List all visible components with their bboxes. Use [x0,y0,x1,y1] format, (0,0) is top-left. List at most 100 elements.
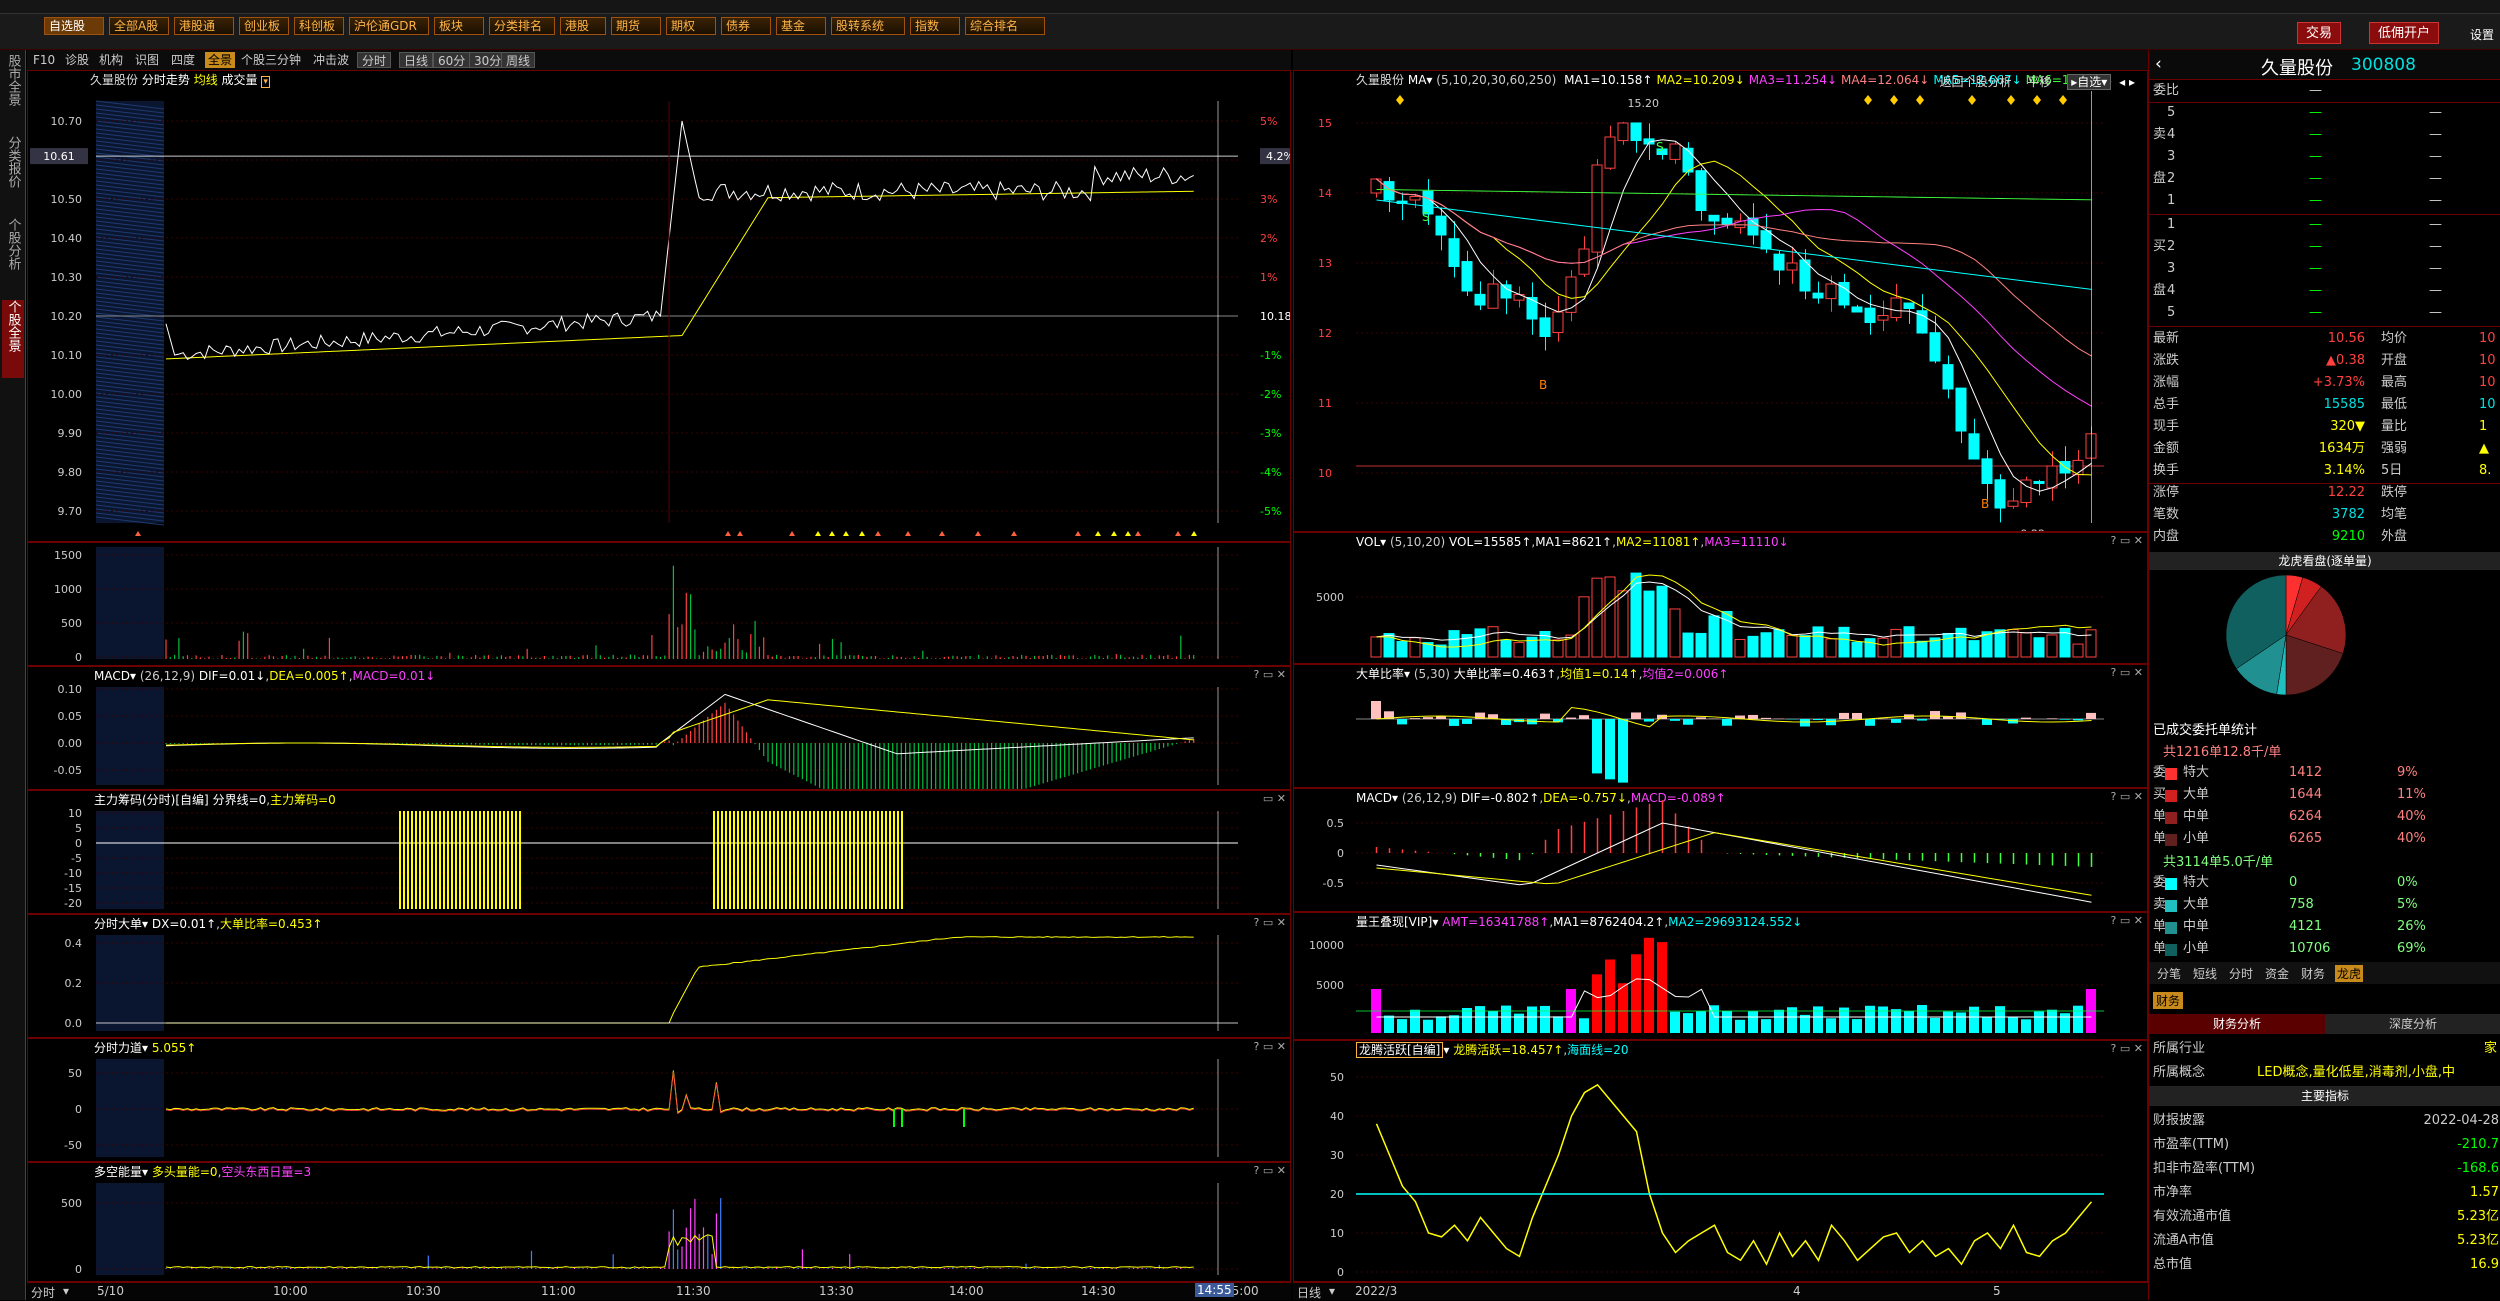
energy-panel: 多空能量▾ 多头量能=0,空头东西日量=3 ? ▭ ✕ 5000 [27,1162,1291,1282]
kvol-bar [1696,633,1706,657]
time-axis-arrow[interactable]: ▾ [63,1284,69,1298]
vol-tick-label: 1000 [54,583,82,596]
left-tab-9[interactable]: 日线 [399,52,433,68]
kline-amt-chart[interactable]: 100005000 [1294,913,2147,1039]
back-icon[interactable]: ‹ [2155,54,2162,74]
signal-marker [1011,531,1017,536]
rail-market-overview[interactable]: 股市全景 [2,54,24,132]
menu-item-1[interactable]: 全部A股 [109,17,169,35]
left-tab-6[interactable]: 个股三分钟 [241,52,301,68]
kline-chart[interactable]: 15141312111015.209.22BSSB [1294,71,2147,531]
quote-label-2: 最高 [2381,374,2407,392]
sidebar-tab-1[interactable]: 短线 [2191,965,2219,982]
kamt-bar [1826,1018,1836,1033]
left-tab-7[interactable]: 冲击波 [313,52,349,68]
left-tab-0[interactable]: F10 [33,52,55,68]
force-chart[interactable]: 500-50 [28,1039,1290,1161]
left-tab-5[interactable]: 全景 [205,52,235,68]
left-tab-1[interactable]: 诊股 [65,52,89,68]
sidebar-tab-5[interactable]: 龙虎 [2335,965,2363,982]
trade-button[interactable]: 交易 [2297,22,2341,44]
menu-item-11[interactable]: 债券 [721,17,771,35]
date-axis-label[interactable]: 日线 [1297,1284,1321,1301]
kline-macd-chart[interactable]: 0.50-0.5 [1294,789,2147,911]
menu-item-10[interactable]: 期权 [666,17,716,35]
time-axis-label[interactable]: 分时 [31,1284,55,1301]
sidebar-tab-4[interactable]: 财务 [2299,965,2327,982]
quote-label: 换手 [2153,462,2179,480]
order-pie-chart [2221,570,2351,700]
menu-item-0[interactable]: 自选股 [44,17,104,35]
main-chips-chart[interactable]: 1050-5-10-15-20 [28,791,1290,913]
kamt-bar [1553,1016,1563,1033]
sidebar-tab-0[interactable]: 分笔 [2155,965,2183,982]
left-tab-3[interactable]: 识图 [135,52,159,68]
kbig-bar [1813,719,1823,720]
intraday-volume-chart[interactable]: 150010005000 [28,543,1290,665]
settings-button[interactable]: 设置 [2470,26,2494,43]
bid-price: — [2309,282,2322,300]
finance-tab[interactable]: 财务 [2153,992,2183,1009]
menu-item-6[interactable]: 板块 [434,17,484,35]
bid-level-3: 3 [2167,260,2175,278]
rail-stock-overview[interactable]: 个股全景 [2,300,24,378]
stock-code: 300808 [2351,55,2416,75]
left-tab-10[interactable]: 60分 [433,52,470,68]
buy-order-volume: 6264 [2289,808,2322,826]
intraday-price-chart[interactable]: 10.7010.6010.5010.4010.3010.2010.1010.00… [28,71,1290,541]
intraday-macd-chart[interactable]: 0.100.050.00-0.05 [28,667,1290,789]
menu-item-7[interactable]: 分类排名 [489,17,555,35]
menu-item-12[interactable]: 基金 [776,17,826,35]
industry-value: 家 [2484,1040,2497,1058]
kline-bigratio-chart[interactable] [1294,665,2147,787]
kvol-bar [1514,643,1524,657]
industry-label: 所属行业 [2153,1040,2205,1058]
left-tab-8[interactable]: 分时 [357,52,391,68]
sell-signal: S [1422,210,1430,224]
left-tab-12[interactable]: 周线 [501,52,535,68]
candle-body [1943,365,1953,389]
menu-item-2[interactable]: 港股通 [174,17,234,35]
kamt-bar [1540,1006,1550,1033]
menu-item-9[interactable]: 期货 [611,17,661,35]
kvol-bar [1813,627,1823,657]
menu-item-15[interactable]: 综合排名 [965,17,1045,35]
deep-analysis-tab[interactable]: 深度分析 [2325,1014,2500,1034]
open-account-button[interactable]: 低佣开户 [2369,22,2439,44]
candle-body [1488,284,1498,308]
big-order-chart[interactable]: 0.40.20.0 [28,915,1290,1037]
candle-body [1527,298,1537,319]
quote-label-2: 强弱 [2381,440,2407,458]
rail-stock-analysis[interactable]: 个股分析 [2,218,24,296]
date-axis-arrow[interactable]: ▾ [1329,1284,1335,1298]
finance-analysis-tab[interactable]: 财务分析 [2149,1014,2325,1034]
kamt-bar [2047,1010,2057,1033]
macd-dea-line [166,700,1194,748]
kvol-bar [1852,642,1862,657]
menu-item-4[interactable]: 科创板 [294,17,344,35]
kbig-bar [1423,717,1433,719]
signal-diamond [2059,95,2067,105]
kamt-bar [2021,1019,2031,1033]
menu-item-8[interactable]: 港股 [560,17,606,35]
left-tab-2[interactable]: 机构 [99,52,123,68]
rail-category-quote[interactable]: 分类报价 [2,136,24,214]
title-bar [0,0,2500,14]
left-tab-4[interactable]: 四度 [171,52,195,68]
sidebar-tab-3[interactable]: 资金 [2263,965,2291,982]
fin-value: 1.57 [2419,1184,2499,1202]
kline-volume-chart[interactable]: 5000 [1294,533,2147,663]
kvol-bar [1371,637,1381,657]
legend-swatch [2165,812,2177,824]
high-label: 15.20 [1628,97,1660,110]
sidebar-tab-2[interactable]: 分时 [2227,965,2255,982]
menu-item-5[interactable]: 沪伦通GDR [349,17,429,35]
kline-dragon-chart[interactable]: 50403020100 [1294,1041,2147,1281]
fin-value: 5.23亿 [2419,1232,2499,1250]
menu-item-13[interactable]: 股转系统 [831,17,905,35]
energy-chart[interactable]: 5000 [28,1163,1290,1281]
signal-diamond [1916,95,1924,105]
menu-item-14[interactable]: 指数 [910,17,960,35]
kvol-bar [1592,578,1602,657]
menu-item-3[interactable]: 创业板 [239,17,289,35]
